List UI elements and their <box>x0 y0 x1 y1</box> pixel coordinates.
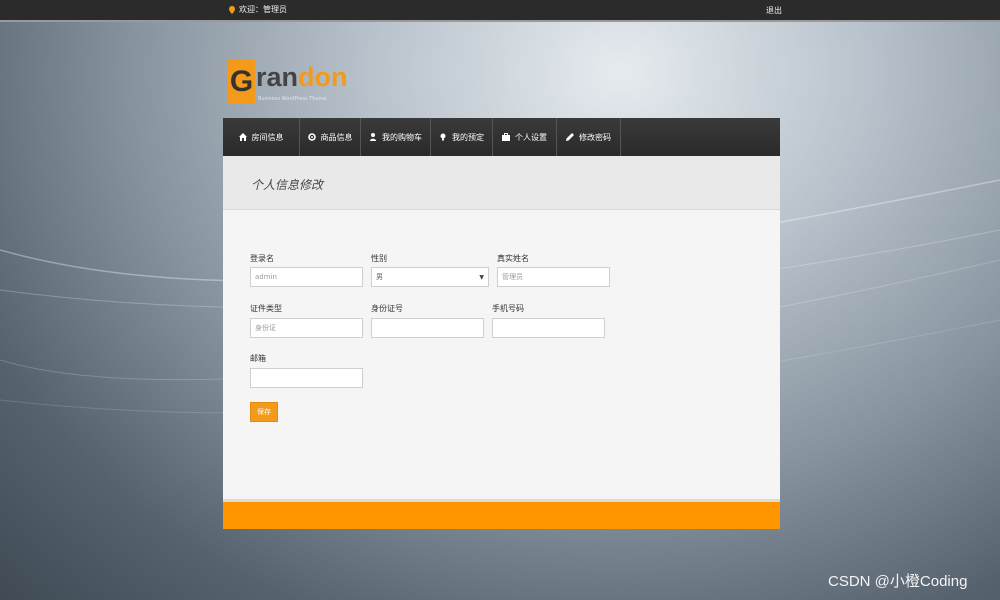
home-icon <box>238 133 247 141</box>
footer-bar <box>223 502 780 529</box>
pencil-icon <box>566 133 574 141</box>
login-name-label: 登录名 <box>250 254 274 263</box>
welcome-text: 欢迎：管理员 <box>239 5 287 14</box>
gender-label: 性别 <box>371 254 387 263</box>
email-input[interactable] <box>250 368 363 388</box>
nav-label: 房间信息 <box>251 132 284 142</box>
main-nav: 房间信息 商品信息 我的购物车 我的预定 个人设置 修改密码 <box>223 118 780 156</box>
save-button[interactable]: 保存 <box>250 402 278 422</box>
main-panel: 房间信息 商品信息 我的购物车 我的预定 个人设置 修改密码 个人信息修改 登录… <box>223 118 780 529</box>
login-name-input[interactable] <box>250 267 363 287</box>
id-number-label: 身份证号 <box>371 304 403 313</box>
email-label: 邮箱 <box>250 354 266 363</box>
nav-label: 修改密码 <box>579 132 611 142</box>
nav-item-change-password[interactable]: 修改密码 <box>557 118 621 156</box>
id-type-label: 证件类型 <box>250 304 282 313</box>
briefcase-icon <box>502 133 510 141</box>
real-name-label: 真实姓名 <box>497 254 529 263</box>
nav-label: 个人设置 <box>515 132 547 142</box>
logo-text: randon <box>256 62 348 92</box>
bulb-icon <box>440 133 446 141</box>
nav-item-personal-settings[interactable]: 个人设置 <box>493 118 557 156</box>
logo-tagline: Business WordPress Theme <box>258 96 327 102</box>
nav-item-cart[interactable]: 我的购物车 <box>361 118 431 156</box>
gear-icon <box>307 133 316 141</box>
nav-item-room-info[interactable]: 房间信息 <box>223 118 300 156</box>
id-number-input[interactable] <box>371 318 484 338</box>
phone-label: 手机号码 <box>492 304 524 313</box>
nav-label: 商品信息 <box>320 132 353 142</box>
welcome-message: 欢迎：管理员 <box>229 4 287 15</box>
chevron-down-icon: ▼ <box>479 273 484 281</box>
phone-input[interactable] <box>492 318 605 338</box>
page-title: 个人信息修改 <box>251 178 324 192</box>
real-name-input[interactable] <box>497 267 610 287</box>
heading-band: 个人信息修改 <box>223 156 780 210</box>
gender-select[interactable]: 男 ▼ <box>371 267 489 287</box>
gender-select-value: 男 <box>376 273 383 281</box>
location-pin-icon <box>229 5 235 14</box>
nav-item-product-info[interactable]: 商品信息 <box>300 118 361 156</box>
nav-label: 我的购物车 <box>382 132 422 142</box>
watermark: CSDN @小橙Coding <box>828 573 968 590</box>
nav-item-reservations[interactable]: 我的预定 <box>431 118 493 156</box>
logo-letter: G <box>228 60 255 104</box>
top-bar: 欢迎：管理员 退出 <box>0 0 1000 22</box>
logout-link[interactable]: 退出 <box>766 5 782 16</box>
nav-label: 我的预定 <box>452 132 484 142</box>
site-logo[interactable]: G randon Business WordPress Theme <box>228 60 368 106</box>
id-type-input[interactable] <box>250 318 363 338</box>
user-icon <box>370 133 376 141</box>
